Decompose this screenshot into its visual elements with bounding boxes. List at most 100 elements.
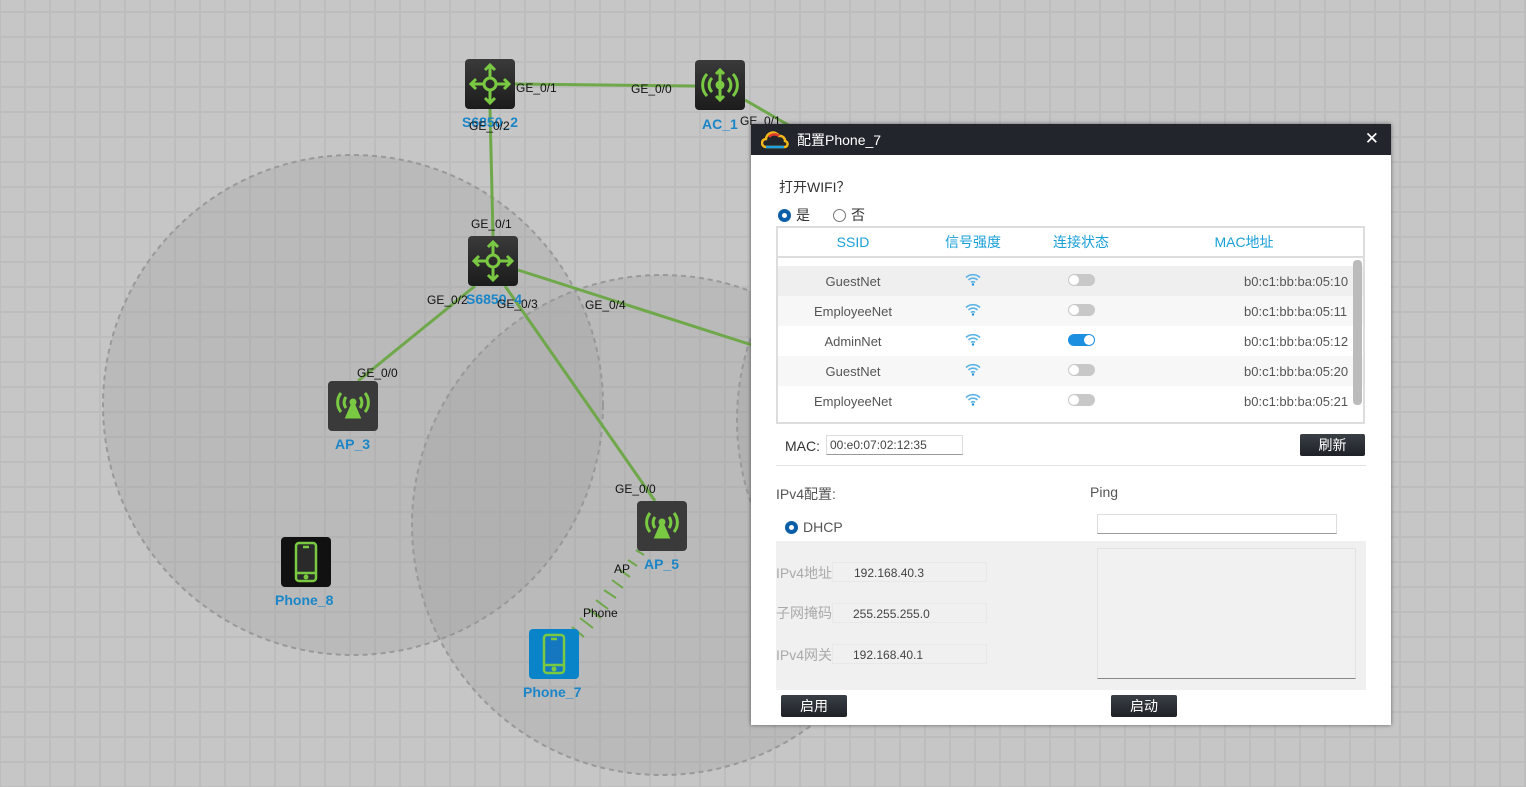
table-header: SSID 信号强度 连接状态 MAC地址 xyxy=(778,228,1363,258)
cloud-logo-icon xyxy=(761,130,789,148)
signal-cell xyxy=(928,273,1018,289)
mac-cell: b0:c1:bb:ba:05:12 xyxy=(1244,333,1349,349)
ac-icon xyxy=(701,67,739,103)
wifi-no-radio[interactable]: 否 xyxy=(833,205,865,225)
ipv4-address-label: IPv4地址: xyxy=(776,565,836,581)
column-signal: 信号强度 xyxy=(945,234,1001,250)
switch-icon xyxy=(468,62,512,106)
wifi-signal-icon xyxy=(965,273,981,286)
divider xyxy=(776,465,1366,466)
ssid-cell: AdminNet xyxy=(824,333,882,349)
radio-icon xyxy=(833,209,846,222)
status-cell xyxy=(1018,303,1144,319)
wireless-ap-label: AP xyxy=(614,562,630,576)
table-scrollbar[interactable] xyxy=(1353,260,1362,405)
status-cell xyxy=(1018,333,1144,349)
device-name-ap5[interactable]: AP_5 xyxy=(644,556,679,572)
table-row[interactable]: GuestNet b0:c1:bb:ba:05:20 xyxy=(778,356,1363,386)
ping-input[interactable] xyxy=(1097,514,1337,534)
ipv4-title: IPv4配置: xyxy=(776,486,836,502)
port-label: GE_0/2 xyxy=(469,119,510,133)
gateway-field[interactable]: 192.168.40.1 xyxy=(832,644,987,664)
table-row[interactable]: EmployeeNet b0:c1:bb:ba:05:11 xyxy=(778,296,1363,326)
column-ssid: SSID xyxy=(836,234,870,250)
ping-output[interactable] xyxy=(1097,548,1356,679)
wifi-yes-radio[interactable]: 是 xyxy=(778,205,810,225)
wifi-signal-icon xyxy=(965,333,981,346)
connection-toggle[interactable] xyxy=(1067,333,1095,346)
device-name-ac1[interactable]: AC_1 xyxy=(702,116,738,132)
radio-selected-icon xyxy=(778,209,791,222)
column-mac: MAC地址 xyxy=(1214,234,1274,250)
device-s6850-2[interactable] xyxy=(465,59,515,109)
device-phone7[interactable] xyxy=(529,629,579,679)
switch-icon xyxy=(471,239,515,283)
signal-cell xyxy=(928,363,1018,379)
ping-title: Ping xyxy=(1090,484,1119,500)
dhcp-radio[interactable]: DHCP xyxy=(785,519,843,535)
port-label: GE_0/0 xyxy=(631,82,672,96)
mac-cell: b0:c1:bb:ba:05:10 xyxy=(1244,273,1349,289)
ssid-cell: GuestNet xyxy=(825,273,881,289)
dhcp-label: DHCP xyxy=(803,519,843,535)
ssid-cell: EmployeeNet xyxy=(813,393,893,409)
port-label: GE_0/0 xyxy=(615,482,656,496)
port-label: GE_0/3 xyxy=(497,297,538,311)
device-ac1[interactable] xyxy=(695,60,745,110)
wifi-question: 打开WIFI？ xyxy=(779,179,851,195)
wireless-phone-label: Phone xyxy=(583,606,618,620)
phone-icon xyxy=(294,541,318,583)
mac-cell: b0:c1:bb:ba:05:11 xyxy=(1244,303,1348,319)
device-name-phone7[interactable]: Phone_7 xyxy=(523,684,582,700)
wifi-signal-icon xyxy=(965,393,981,406)
device-ap5[interactable] xyxy=(637,501,687,551)
status-cell xyxy=(1018,273,1144,289)
config-dialog: 配置Phone_7 ✕ 打开WIFI？ 是 否 SSID 信号强度 连接状态 M… xyxy=(751,124,1391,725)
gateway-label: IPv4网关: xyxy=(776,647,836,663)
ap-icon xyxy=(336,392,370,419)
refresh-button[interactable]: 刷新 xyxy=(1300,434,1365,456)
connection-toggle[interactable] xyxy=(1067,303,1095,316)
dialog-header[interactable]: 配置Phone_7 ✕ xyxy=(751,124,1391,155)
mac-input[interactable]: 00:e0:07:02:12:35 xyxy=(826,435,963,455)
mac-label: MAC: xyxy=(785,438,820,454)
mac-cell: b0:c1:bb:ba:05:20 xyxy=(1244,363,1349,379)
radio-selected-icon xyxy=(785,521,798,534)
table-row[interactable]: EmployeeNet b0:c1:bb:ba:05:21 xyxy=(778,386,1363,416)
subnet-mask-field[interactable]: 255.255.255.0 xyxy=(832,603,987,623)
subnet-mask-label: 子网掩码: xyxy=(776,605,836,621)
status-cell xyxy=(1018,363,1144,379)
ap-icon xyxy=(645,512,679,539)
device-s6850-4[interactable] xyxy=(468,236,518,286)
enable-button[interactable]: 启用 xyxy=(781,695,847,717)
mac-cell: b0:c1:bb:ba:05:21 xyxy=(1244,393,1349,409)
device-ap3[interactable] xyxy=(328,381,378,431)
port-label: GE_0/4 xyxy=(585,298,626,312)
device-name-phone8[interactable]: Phone_8 xyxy=(275,592,334,608)
ipv4-address-field[interactable]: 192.168.40.3 xyxy=(832,562,987,582)
wifi-table: SSID 信号强度 连接状态 MAC地址 GuestNet b0:c1:bb:ba… xyxy=(776,226,1365,424)
connection-toggle[interactable] xyxy=(1067,393,1095,406)
signal-cell xyxy=(928,393,1018,409)
port-label: GE_0/2 xyxy=(427,293,468,307)
status-cell xyxy=(1018,393,1144,409)
close-icon[interactable]: ✕ xyxy=(1365,129,1379,149)
table-row[interactable]: GuestNet b0:c1:bb:ba:05:10 xyxy=(778,266,1363,296)
wifi-signal-icon xyxy=(965,303,981,316)
ssid-cell: EmployeeNet xyxy=(813,303,893,319)
connection-toggle[interactable] xyxy=(1067,273,1095,286)
ssid-cell: GuestNet xyxy=(825,363,881,379)
port-label: GE_0/1 xyxy=(471,217,512,231)
signal-cell xyxy=(928,333,1018,349)
start-ping-button[interactable]: 启动 xyxy=(1111,695,1177,717)
table-row[interactable]: AdminNet b0:c1:bb:ba:05:12 xyxy=(778,326,1363,356)
port-label: GE_0/1 xyxy=(516,81,557,95)
connection-toggle[interactable] xyxy=(1067,363,1095,376)
wifi-signal-icon xyxy=(965,363,981,376)
phone-icon xyxy=(542,633,566,675)
wifi-yes-label: 是 xyxy=(796,207,810,223)
device-name-ap3[interactable]: AP_3 xyxy=(335,436,370,452)
signal-cell xyxy=(928,303,1018,319)
device-phone8[interactable] xyxy=(281,537,331,587)
column-status: 连接状态 xyxy=(1053,234,1109,250)
